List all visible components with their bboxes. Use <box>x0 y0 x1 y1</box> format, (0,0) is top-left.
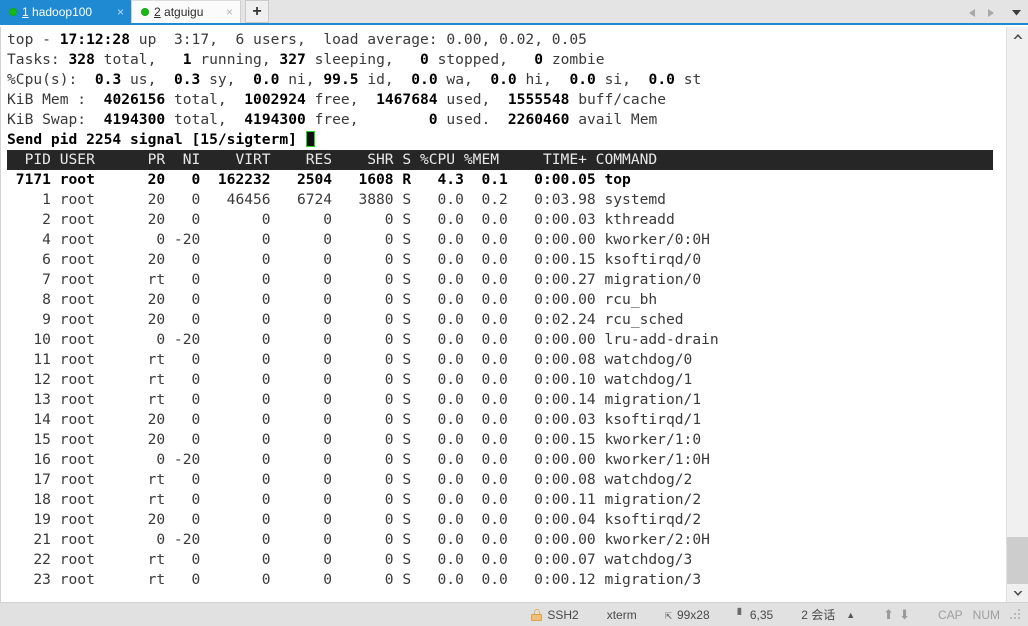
status-sessions[interactable]: 2 会话 ▲ <box>801 606 855 623</box>
table-row[interactable]: 18 root rt 0 0 0 0 S 0.0 0.0 0:00.11 mig… <box>7 491 701 508</box>
tab-atguigu[interactable]: 2 atguigu × <box>131 0 241 23</box>
table-row[interactable]: 6 root 20 0 0 0 0 S 0.0 0.0 0:00.15 ksof… <box>7 251 701 268</box>
table-row[interactable]: 1 root 20 0 46456 6724 3880 S 0.0 0.2 0:… <box>7 191 666 208</box>
tab-status-dot-icon <box>141 8 149 16</box>
table-row[interactable]: 22 root rt 0 0 0 0 S 0.0 0.0 0:00.07 wat… <box>7 551 692 568</box>
upload-arrow-icon: ⬆ <box>883 607 895 622</box>
table-row[interactable]: 4 root 0 -20 0 0 0 S 0.0 0.0 0:00.00 kwo… <box>7 231 710 248</box>
status-caps-lock: CAP <box>938 608 963 622</box>
status-cursor-position-label: 6,35 <box>749 607 774 622</box>
table-row[interactable]: 16 root 0 -20 0 0 0 S 0.0 0.0 0:00.00 kw… <box>7 451 710 468</box>
top-summary-line-tasks: Tasks: 328 total, 1 running, 327 sleepin… <box>7 51 605 68</box>
chevron-down-icon[interactable] <box>1008 4 1024 22</box>
table-row[interactable]: 23 root rt 0 0 0 0 S 0.0 0.0 0:00.12 mig… <box>7 571 701 588</box>
table-row[interactable]: 9 root 20 0 0 0 0 S 0.0 0.0 0:02.24 rcu_… <box>7 311 683 328</box>
tab-navigation-controls <box>964 2 1024 23</box>
tab-bar: 1 hadoop100 × 2 atguigu × + <box>0 0 1028 25</box>
top-prompt-line: Send pid 2254 signal [15/sigterm] <box>7 131 306 148</box>
scroll-up-button[interactable] <box>1007 27 1028 45</box>
table-row[interactable]: 21 root 0 -20 0 0 0 S 0.0 0.0 0:00.00 kw… <box>7 531 710 548</box>
chevron-up-icon <box>1013 33 1023 39</box>
top-summary-line-cpu: %Cpu(s): 0.3 us, 0.3 sy, 0.0 ni, 99.5 id… <box>7 71 702 88</box>
status-transfer-indicators: ⬆ ⬇ <box>883 608 910 621</box>
triangle-left-icon[interactable] <box>964 4 980 22</box>
status-terminal-size-label: 99x28 <box>676 607 710 622</box>
status-num-lock: NUM <box>973 608 1000 622</box>
terminal-content: top - 17:12:28 up 3:17, 6 users, load av… <box>1 27 1006 590</box>
table-row[interactable]: 12 root rt 0 0 0 0 S 0.0 0.0 0:00.10 wat… <box>7 371 692 388</box>
table-row[interactable]: 17 root rt 0 0 0 0 S 0.0 0.0 0:00.08 wat… <box>7 471 692 488</box>
tab-index-atguigu: 2 <box>154 5 161 19</box>
status-terminal-type-label: xterm <box>606 607 637 622</box>
table-row[interactable]: 7171 root 20 0 162232 2504 1608 R 4.3 0.… <box>7 171 631 188</box>
tab-index-hadoop100: 1 <box>22 4 29 19</box>
top-summary-line-swap: KiB Swap: 4194300 total, 4194300 free, 0… <box>7 111 658 128</box>
status-bar: SSH2 xterm ⇱ 99x28 ▘ 6,35 2 会话 ▲ ⬆ ⬇ CAP… <box>0 602 1028 626</box>
status-protocol-label: SSH2 <box>547 607 579 622</box>
status-protocol: SSH2 <box>531 607 579 622</box>
text-cursor <box>305 131 315 147</box>
terminal-screen[interactable]: top - 17:12:28 up 3:17, 6 users, load av… <box>0 27 1006 602</box>
tab-close-icon-hadoop100[interactable]: × <box>117 6 124 18</box>
table-row[interactable]: 14 root 20 0 0 0 0 S 0.0 0.0 0:00.03 kso… <box>7 411 701 428</box>
table-row[interactable]: 2 root 20 0 0 0 0 S 0.0 0.0 0:00.03 kthr… <box>7 211 675 228</box>
table-row[interactable]: 7 root rt 0 0 0 0 S 0.0 0.0 0:00.27 migr… <box>7 271 701 288</box>
scroll-down-button[interactable] <box>1007 584 1028 602</box>
table-row[interactable]: 11 root rt 0 0 0 0 S 0.0 0.0 0:00.08 wat… <box>7 351 692 368</box>
vertical-scrollbar[interactable] <box>1006 27 1028 602</box>
tab-close-icon-atguigu[interactable]: × <box>226 6 233 18</box>
lock-icon <box>531 608 543 621</box>
table-row[interactable]: 15 root 20 0 0 0 0 S 0.0 0.0 0:00.15 kwo… <box>7 431 701 448</box>
status-terminal-type: xterm <box>607 608 637 622</box>
terminal-size-icon: ⇱ <box>664 607 672 622</box>
scrollbar-track[interactable] <box>1007 45 1028 537</box>
table-row[interactable]: 8 root 20 0 0 0 0 S 0.0 0.0 0:00.00 rcu_… <box>7 291 657 308</box>
tab-label-atguigu: 2 atguigu <box>154 5 215 19</box>
status-num-lock-label: NUM <box>972 607 1000 622</box>
new-tab-button[interactable]: + <box>245 0 269 23</box>
resize-grip[interactable] <box>1010 608 1022 621</box>
scrollbar-thumb[interactable] <box>1007 537 1028 584</box>
download-arrow-icon: ⬇ <box>899 607 910 622</box>
process-table-header: PID USER PR NI VIRT RES SHR S %CPU %MEM … <box>7 150 993 170</box>
top-summary-line-mem: KiB Mem : 4026156 total, 1002924 free, 1… <box>7 91 667 108</box>
table-row[interactable]: 10 root 0 -20 0 0 0 S 0.0 0.0 0:00.00 lr… <box>7 331 718 348</box>
status-sessions-label: 2 会话 <box>801 608 836 622</box>
top-output: top - 17:12:28 up 3:17, 6 users, load av… <box>7 30 1006 590</box>
chevron-down-icon <box>1013 590 1023 596</box>
table-row[interactable]: 13 root rt 0 0 0 0 S 0.0 0.0 0:00.14 mig… <box>7 391 701 408</box>
table-row[interactable]: 19 root 20 0 0 0 0 S 0.0 0.0 0:00.04 kso… <box>7 511 701 528</box>
top-summary-line-uptime: top - 17:12:28 up 3:17, 6 users, load av… <box>7 31 587 48</box>
status-terminal-size: ⇱ 99x28 <box>665 608 710 622</box>
tab-hadoop100[interactable]: 1 hadoop100 × <box>0 0 131 23</box>
tab-label-hadoop100: 1 hadoop100 <box>22 5 106 19</box>
status-caps-lock-label: CAP <box>937 607 963 622</box>
tab-list: 1 hadoop100 × 2 atguigu × + <box>0 0 269 23</box>
tab-name-hadoop100: hadoop100 <box>32 4 93 19</box>
tab-status-dot-icon <box>9 7 17 16</box>
triangle-right-icon[interactable] <box>982 4 998 22</box>
status-cursor-position: ▘ 6,35 <box>738 608 774 622</box>
tab-name-atguigu: atguigu <box>164 5 204 19</box>
terminal-application-window: 1 hadoop100 × 2 atguigu × + top - 17:12:… <box>0 0 1028 626</box>
cursor-position-icon: ▘ <box>737 607 745 622</box>
chevron-up-icon[interactable]: ▲ <box>846 610 855 620</box>
